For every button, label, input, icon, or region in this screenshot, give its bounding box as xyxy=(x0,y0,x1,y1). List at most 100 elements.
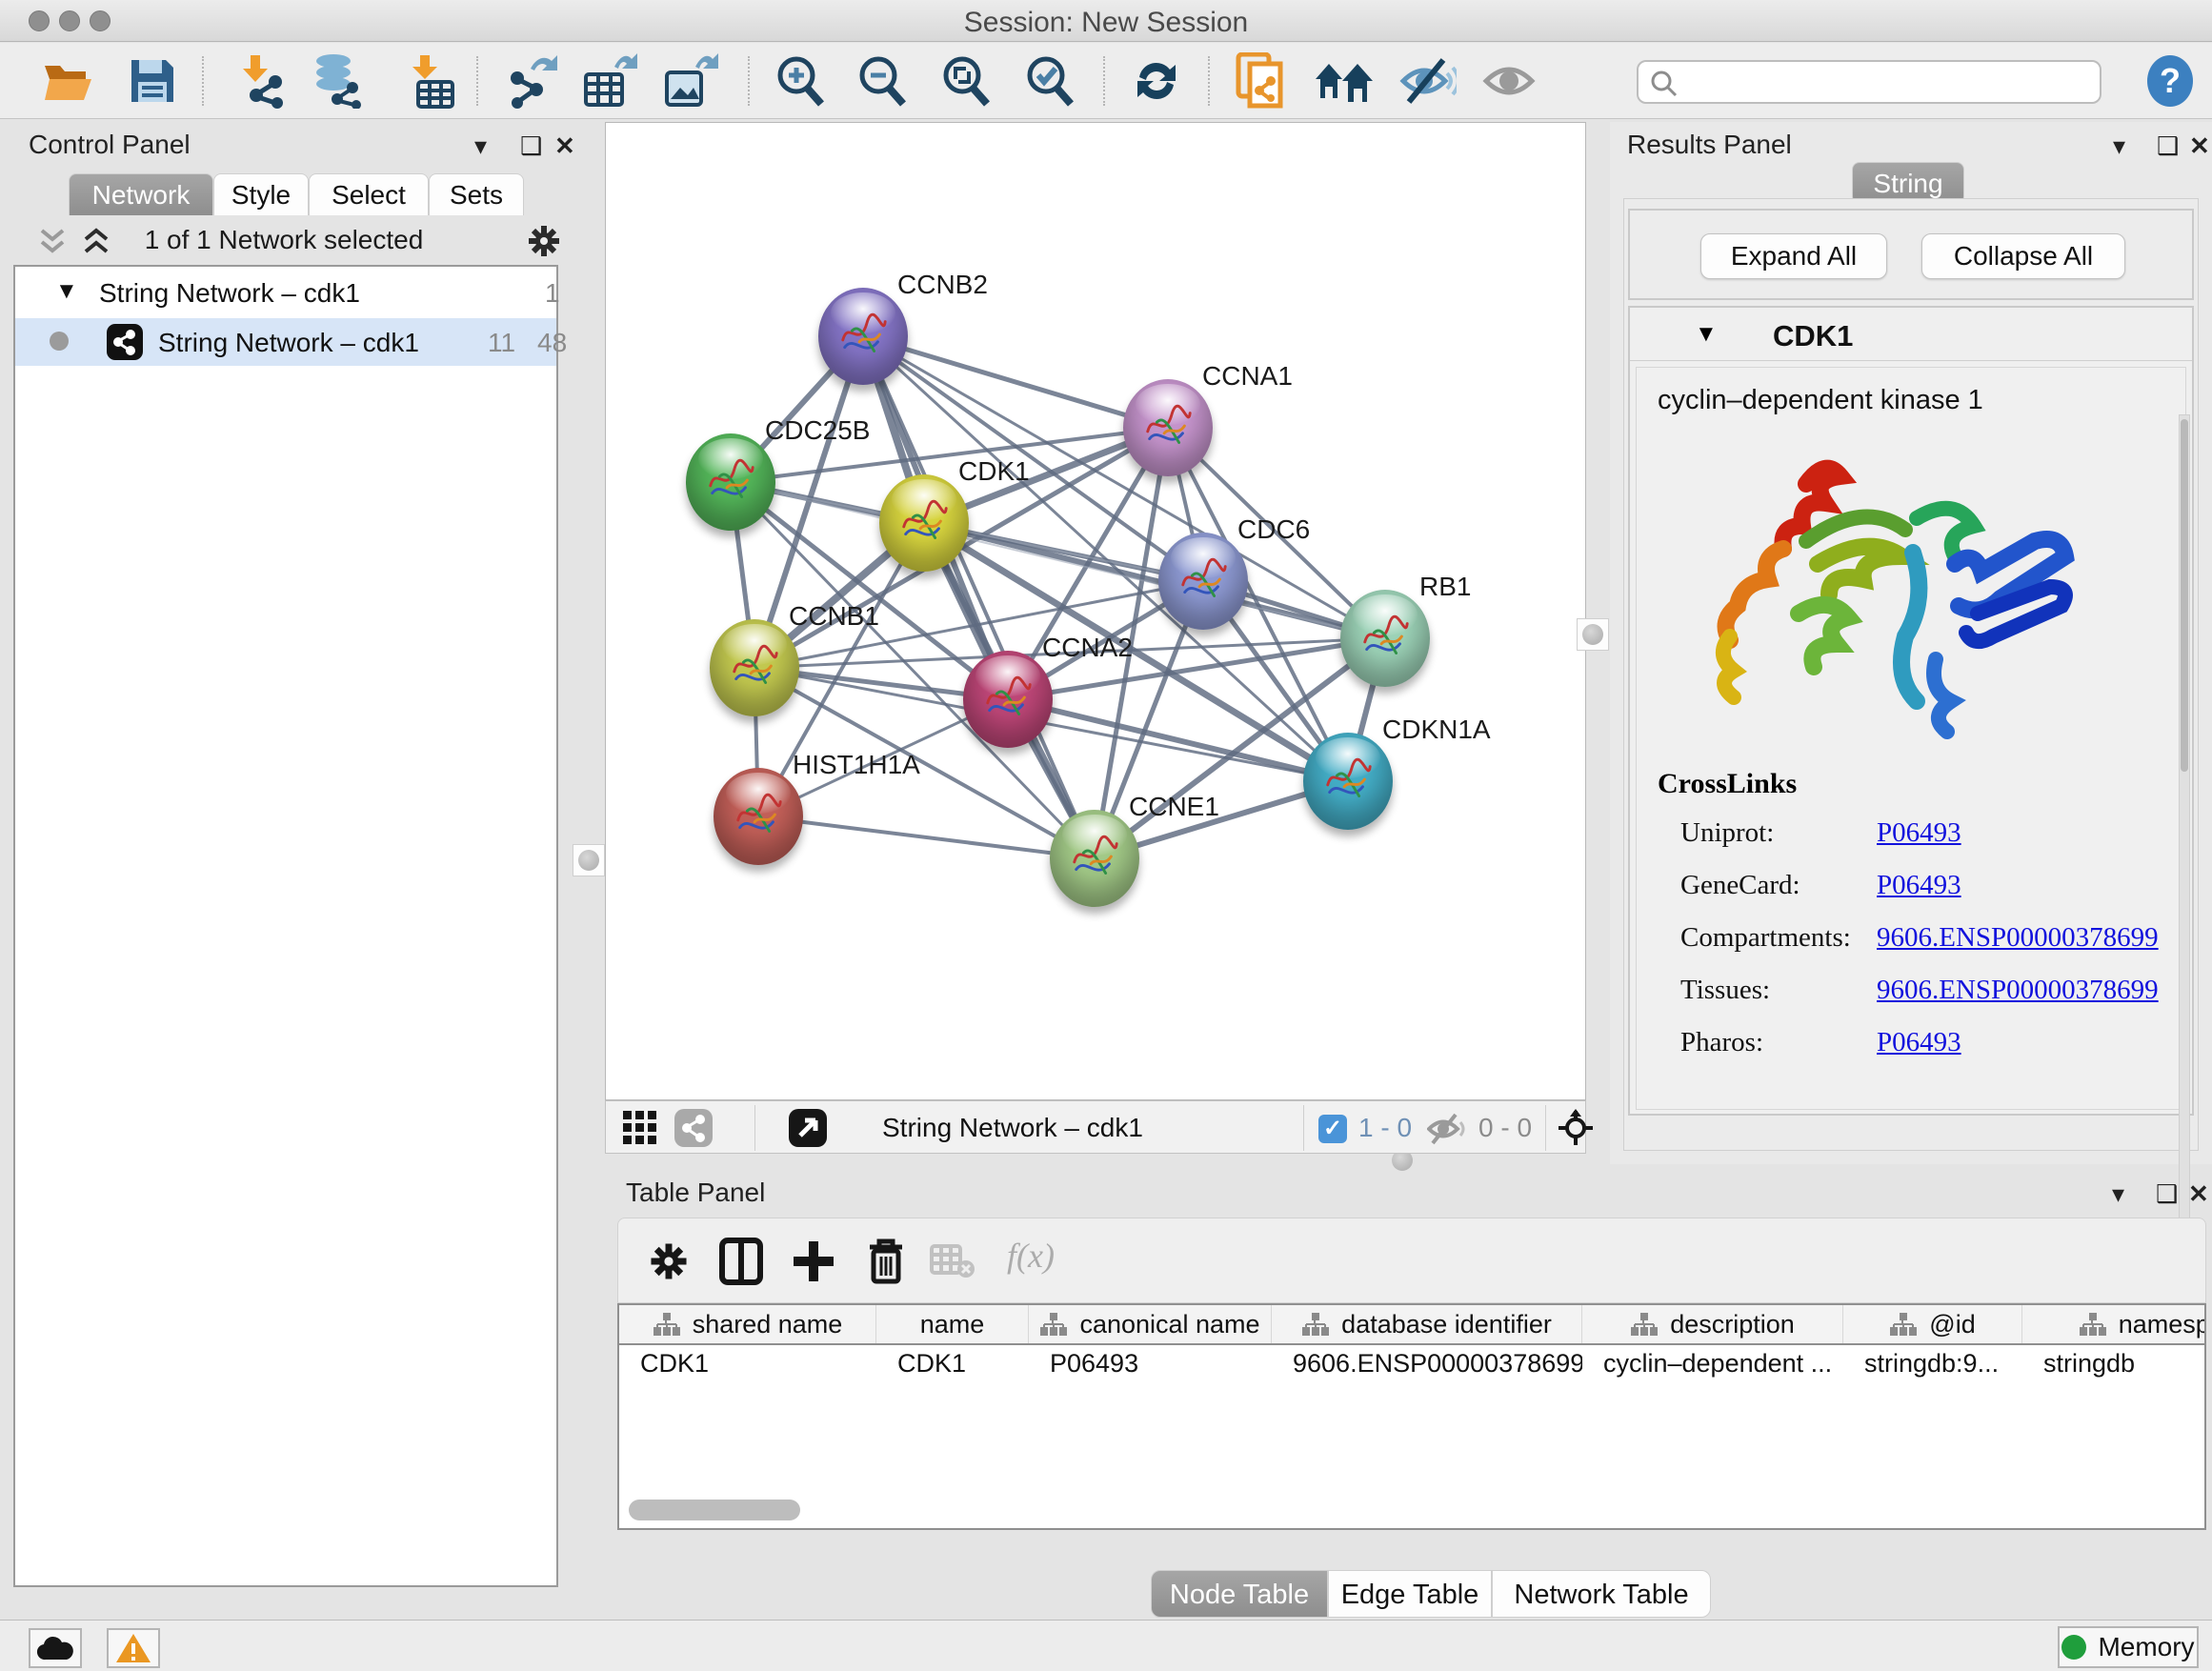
zoom-out-icon[interactable] xyxy=(852,52,913,110)
network-node-cdc6[interactable] xyxy=(1158,533,1248,630)
export-network-icon[interactable] xyxy=(501,52,562,110)
control-panel-float-icon[interactable]: ❑ xyxy=(520,131,542,161)
zoom-selected-icon[interactable] xyxy=(1019,52,1080,110)
crosslink-link[interactable]: P06493 xyxy=(1877,817,1961,849)
network-canvas[interactable]: CCNB2CCNA1CDC25BCDK1CDC6RB1CCNB1CCNA2CDK… xyxy=(605,122,1586,1100)
export-image-icon[interactable] xyxy=(660,52,721,110)
crosslink-link[interactable]: P06493 xyxy=(1877,1027,1961,1058)
table-panel-menu-icon[interactable]: ▾ xyxy=(2112,1179,2124,1209)
network-selected-status: 1 of 1 Network selected xyxy=(122,225,446,255)
crosslink-link[interactable]: 9606.ENSP00000378699 xyxy=(1877,975,2159,1006)
results-panel-menu-icon[interactable]: ▾ xyxy=(2113,131,2125,161)
network-row[interactable]: String Network – cdk1 11 48 xyxy=(15,318,556,366)
table-panel-close-icon[interactable]: ✕ xyxy=(2188,1179,2209,1209)
node-table[interactable]: shared namenamecanonical namedatabase id… xyxy=(617,1303,2206,1530)
show-all-icon[interactable] xyxy=(1480,52,1541,110)
gene-section-header[interactable]: ▼ CDK1 xyxy=(1630,308,2192,361)
warning-icon[interactable] xyxy=(107,1628,160,1668)
hidden-eye-icon[interactable] xyxy=(1427,1113,1469,1145)
export-table-icon[interactable] xyxy=(579,52,640,110)
table-horizontal-scrollbar[interactable] xyxy=(629,1500,800,1520)
column-header-description[interactable]: description xyxy=(1582,1305,1843,1343)
search-input[interactable] xyxy=(1637,60,2101,104)
network-options-gear-icon[interactable] xyxy=(526,223,562,259)
column-header-shared-name[interactable]: shared name xyxy=(619,1305,876,1343)
table-header-row[interactable]: shared namenamecanonical namedatabase id… xyxy=(619,1305,2206,1345)
import-database-icon[interactable] xyxy=(308,52,369,110)
expand-all-button[interactable]: Expand All xyxy=(1700,233,1887,279)
network-node-cdk1[interactable] xyxy=(879,474,969,572)
tab-edge-table[interactable]: Edge Table xyxy=(1328,1570,1492,1618)
network-node-ccna1[interactable] xyxy=(1123,379,1213,476)
tab-style[interactable]: Style xyxy=(213,173,309,215)
table-settings-gear-icon[interactable] xyxy=(641,1234,696,1289)
column-header-name[interactable]: name xyxy=(876,1305,1029,1343)
grid-view-icon[interactable] xyxy=(623,1111,661,1145)
table-cell[interactable]: cyclin–dependent ... xyxy=(1582,1349,1843,1383)
network-edge[interactable] xyxy=(863,336,1168,428)
network-node-ccnb2[interactable] xyxy=(818,288,908,385)
network-node-cdc25b[interactable] xyxy=(686,433,775,531)
network-view-icon[interactable] xyxy=(674,1109,713,1147)
table-cell[interactable]: stringdb xyxy=(2022,1349,2206,1383)
birdseye-view-icon[interactable] xyxy=(789,1109,827,1147)
network-node-ccnb1[interactable] xyxy=(710,619,799,716)
crosslinks-section: CrossLinks Uniprot:P06493GeneCard:P06493… xyxy=(1658,768,2172,1079)
open-session-icon[interactable] xyxy=(38,52,99,110)
network-node-cdkn1a[interactable] xyxy=(1303,733,1393,830)
add-column-icon[interactable] xyxy=(786,1234,841,1289)
save-session-icon[interactable] xyxy=(122,52,183,110)
right-splitter-grip[interactable] xyxy=(1577,618,1609,651)
show-columns-icon[interactable] xyxy=(714,1234,769,1289)
network-node-hist1h1a[interactable] xyxy=(714,768,803,865)
column-header-canonical-name[interactable]: canonical name xyxy=(1029,1305,1272,1343)
column-header-namespace[interactable]: namespace xyxy=(2022,1305,2206,1343)
copy-style-icon[interactable] xyxy=(1231,52,1292,110)
hide-selected-icon[interactable] xyxy=(1398,52,1458,110)
refresh-layout-icon[interactable] xyxy=(1126,52,1187,110)
network-node-rb1[interactable] xyxy=(1340,590,1430,687)
results-panel-close-icon[interactable]: ✕ xyxy=(2189,131,2210,161)
selected-nodes-checkbox-icon[interactable]: ✓ xyxy=(1318,1115,1347,1143)
results-panel-float-icon[interactable]: ❑ xyxy=(2157,131,2179,161)
network-collection-row[interactable]: ▼ String Network – cdk1 1 xyxy=(15,271,556,318)
table-cell[interactable]: CDK1 xyxy=(619,1349,876,1383)
home-icon[interactable] xyxy=(1314,52,1375,110)
import-table-icon[interactable] xyxy=(398,52,459,110)
table-cell[interactable]: 9606.ENSP00000378699 xyxy=(1272,1349,1582,1383)
crosslink-link[interactable]: P06493 xyxy=(1877,870,1961,901)
table-cell[interactable]: P06493 xyxy=(1029,1349,1272,1383)
tab-node-table[interactable]: Node Table xyxy=(1151,1570,1328,1618)
tab-network-table[interactable]: Network Table xyxy=(1492,1570,1711,1618)
import-network-icon[interactable] xyxy=(229,52,290,110)
tab-sets[interactable]: Sets xyxy=(429,173,524,215)
memory-button[interactable]: Memory xyxy=(2058,1626,2199,1668)
left-splitter-grip[interactable] xyxy=(573,844,605,876)
network-node-ccna2[interactable] xyxy=(963,651,1053,748)
column-header-database-identifier[interactable]: database identifier xyxy=(1272,1305,1582,1343)
column-label: @id xyxy=(1929,1310,1975,1339)
zoom-fit-icon[interactable] xyxy=(935,52,996,110)
results-scrollbar[interactable] xyxy=(2179,414,2190,1224)
table-cell[interactable]: stringdb:9... xyxy=(1843,1349,2022,1383)
tab-select[interactable]: Select xyxy=(309,173,429,215)
column-header--id[interactable]: @id xyxy=(1843,1305,2022,1343)
delete-column-trash-icon[interactable] xyxy=(858,1234,914,1289)
network-node-ccne1[interactable] xyxy=(1050,810,1139,907)
collection-expand-icon[interactable]: ▼ xyxy=(55,278,78,305)
tab-network[interactable]: Network xyxy=(69,173,213,215)
collapse-all-icon[interactable] xyxy=(36,227,69,257)
table-cell[interactable]: CDK1 xyxy=(876,1349,1029,1383)
gene-collapse-icon[interactable]: ▼ xyxy=(1695,321,1718,348)
crosshair-icon[interactable] xyxy=(1557,1109,1595,1147)
help-icon[interactable]: ? xyxy=(2140,52,2201,110)
table-panel-float-icon[interactable]: ❑ xyxy=(2156,1179,2178,1209)
cloud-status-icon[interactable] xyxy=(29,1628,82,1668)
control-panel-menu-icon[interactable]: ▾ xyxy=(474,131,487,161)
zoom-in-icon[interactable] xyxy=(770,52,831,110)
crosslink-link[interactable]: 9606.ENSP00000378699 xyxy=(1877,922,2159,954)
collapse-all-button[interactable]: Collapse All xyxy=(1921,233,2125,279)
network-edge[interactable] xyxy=(758,816,1095,858)
control-panel-close-icon[interactable]: ✕ xyxy=(554,131,575,161)
expand-all-icon[interactable] xyxy=(80,227,112,257)
